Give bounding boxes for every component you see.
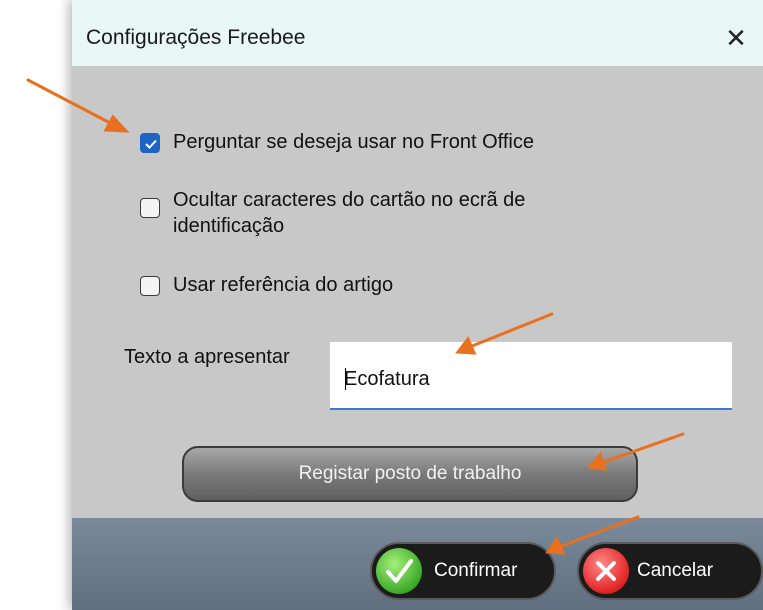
annotation-arrow-icon — [455, 312, 554, 355]
annotation-arrow-icon — [26, 78, 130, 133]
annotation-arrows — [26, 78, 685, 555]
annotation-arrow-icon — [587, 432, 685, 471]
annotation-arrow-icon — [545, 515, 640, 555]
